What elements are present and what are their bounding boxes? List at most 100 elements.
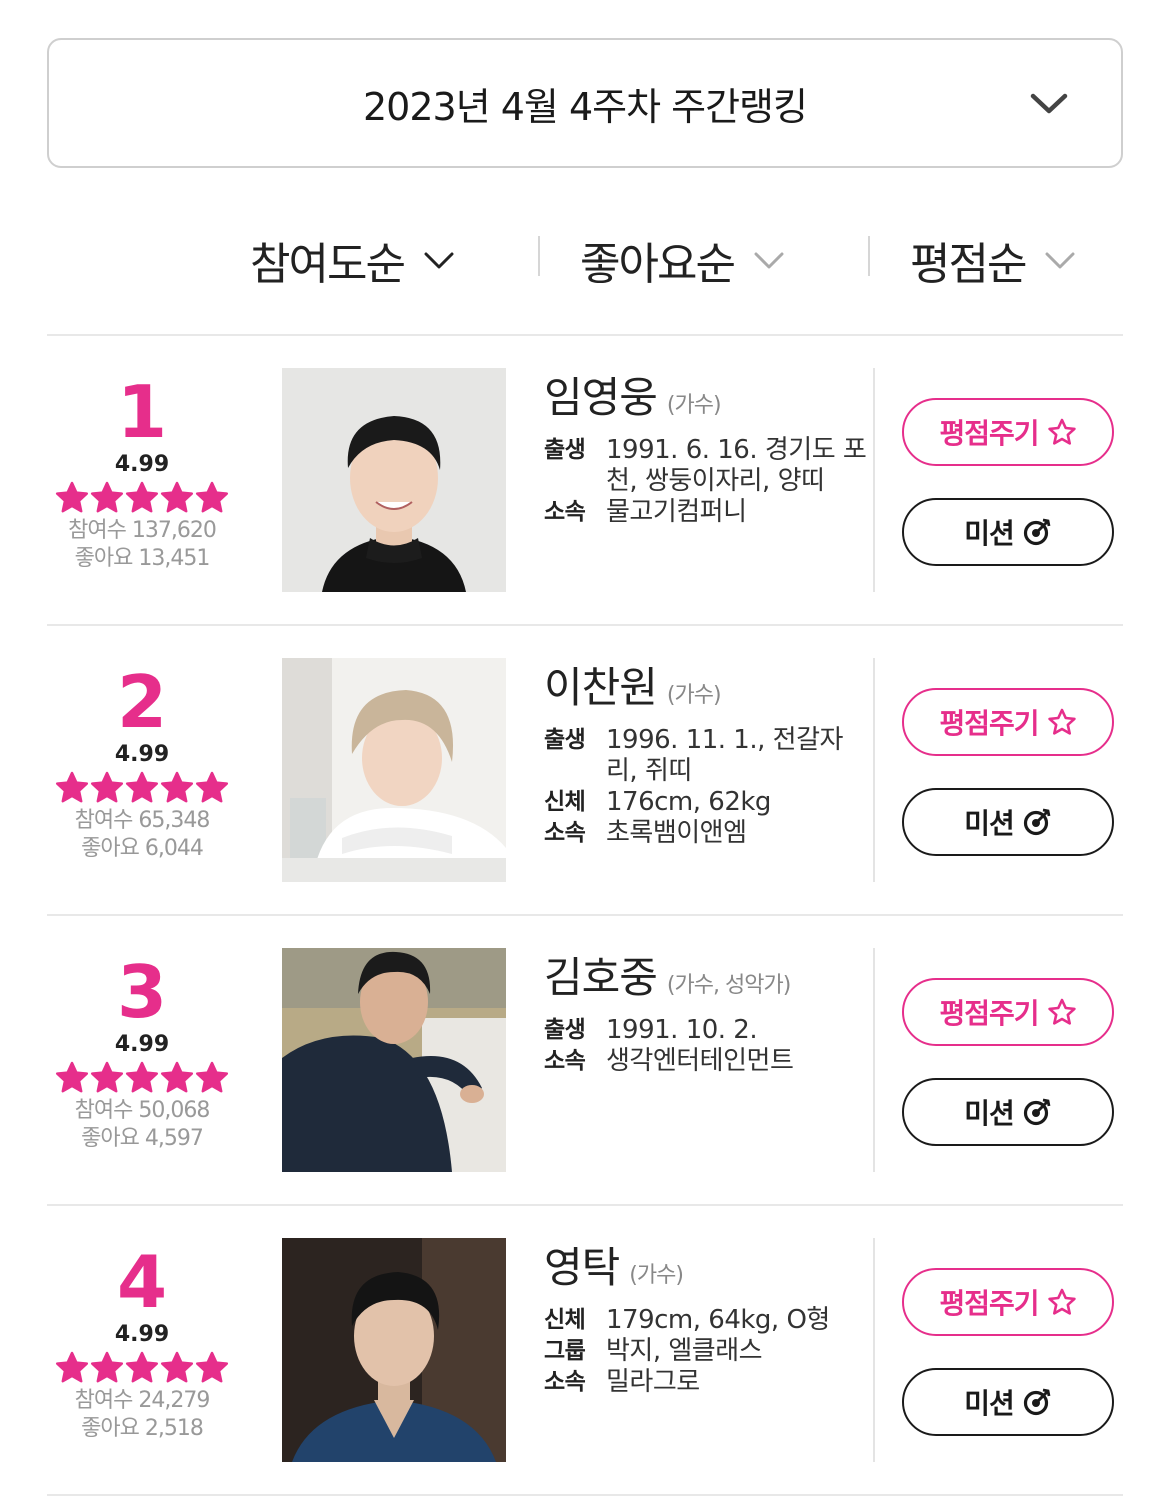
rank-summary: 1 4.99 참여수 137,620 좋아요 13,451 [47,374,237,573]
sort-bar: 참여도순 좋아요순 평점순 [0,225,1170,295]
star-icon [55,1351,89,1383]
rank-score: 4.99 [114,452,170,477]
like-count: 좋아요 4,597 [81,1126,204,1151]
star-icon [125,1351,159,1383]
rank-score: 4.99 [114,1032,170,1057]
sort-by-rating[interactable]: 평점순 [910,225,1077,295]
artist-name[interactable]: 임영웅 [544,364,658,425]
artist-info: 김호중 (가수, 성악가) 출생 1991. 10. 2. 소속 생각엔터테인먼트 [544,944,874,1077]
star-icon [55,771,89,803]
star-icon [160,481,194,513]
rate-button[interactable]: 평점주기 [902,398,1114,466]
star-icon [90,481,124,513]
detail-value: 초록뱀이앤엠 [606,818,747,848]
detail-value: 176cm, 62kg [606,787,771,817]
star-rating [47,771,237,807]
rate-button[interactable]: 평점주기 [902,978,1114,1046]
artist-name[interactable]: 이찬원 [544,654,658,715]
profile-photo[interactable] [282,658,506,882]
detail-key: 소속 [544,499,586,525]
artist-occupation: (가수, 성악가) [666,973,791,998]
star-icon [195,1061,229,1093]
star-icon [195,1351,229,1383]
sort-label: 참여도순 [250,239,406,290]
target-icon [1023,518,1051,546]
sort-by-likes[interactable]: 좋아요순 [580,225,786,295]
column-divider [873,658,875,882]
target-icon [1023,1098,1051,1126]
detail-key: 출생 [544,437,586,463]
detail-row: 소속 초록뱀이앤엠 [544,818,874,849]
rank-score: 4.99 [114,742,170,767]
artist-name[interactable]: 영탁 [544,1234,620,1295]
star-outline-icon [1047,708,1076,735]
ranking-row: 3 4.99 참여수 50,068 좋아요 4,597 김호중 (가수, 성악가… [47,916,1123,1206]
star-icon [195,771,229,803]
star-icon [160,1351,194,1383]
detail-value: 생각엔터테인먼트 [606,1046,794,1076]
rate-button-label: 평점주기 [939,997,1039,1030]
detail-key: 출생 [544,1017,586,1043]
participant-count: 참여수 65,348 [74,808,211,833]
participant-count: 참여수 50,068 [74,1098,211,1123]
mission-button[interactable]: 미션 [902,1078,1114,1146]
star-icon [90,1061,124,1093]
star-outline-icon [1047,998,1076,1025]
star-outline-icon [1047,1288,1076,1315]
rate-button[interactable]: 평점주기 [902,688,1114,756]
rate-button-label: 평점주기 [939,707,1039,740]
detail-row: 소속 밀라그로 [544,1367,874,1398]
detail-key: 소속 [544,820,586,846]
week-ranking-select[interactable]: 2023년 4월 4주차 주간랭킹 [47,38,1123,168]
ranking-row: 4 4.99 참여수 24,279 좋아요 2,518 영탁 (가수) 신체1 [47,1206,1123,1496]
profile-photo[interactable] [282,368,506,592]
profile-photo[interactable] [282,1238,506,1462]
rate-button-label: 평점주기 [939,417,1039,450]
rank-number: 2 [116,660,168,744]
detail-value: 179cm, 64kg, O형 [606,1305,830,1335]
detail-row: 출생 1991. 10. 2. [544,1015,874,1046]
detail-row: 그룹 박지, 엘클래스 [544,1336,874,1367]
star-icon [55,481,89,513]
detail-value: 1996. 11. 1., 전갈자리, 쥐띠 [606,725,843,786]
chevron-down-icon [1045,252,1075,269]
detail-row: 소속 물고기컴퍼니 [544,497,874,528]
artist-occupation: (가수) [666,393,722,418]
detail-value: 물고기컴퍼니 [606,497,747,527]
sort-by-participation[interactable]: 참여도순 [250,225,456,295]
rate-button[interactable]: 평점주기 [902,1268,1114,1336]
participant-count: 참여수 24,279 [74,1388,211,1413]
mission-button[interactable]: 미션 [902,788,1114,856]
rank-summary: 2 4.99 참여수 65,348 좋아요 6,044 [47,664,237,863]
profile-photo[interactable] [282,948,506,1172]
detail-value: 1991. 10. 2. [606,1015,758,1045]
sort-divider [538,236,540,276]
ranking-row: 1 4.99 참여수 137,620 좋아요 13,451 임영웅 (가수) 출… [47,336,1123,626]
detail-key: 출생 [544,727,586,753]
detail-row: 출생 1991. 6. 16. 경기도 포천, 쌍둥이자리, 양띠 [544,435,874,497]
sort-label: 평점순 [910,239,1027,290]
mission-button[interactable]: 미션 [902,498,1114,566]
star-icon [125,1061,159,1093]
star-icon [160,771,194,803]
artist-info: 영탁 (가수) 신체 179cm, 64kg, O형 그룹 박지, 엘클래스 소속 밀… [544,1234,874,1398]
column-divider [873,368,875,592]
artist-name[interactable]: 김호중 [544,944,658,1005]
rank-summary: 4 4.99 참여수 24,279 좋아요 2,518 [47,1244,237,1443]
ranking-row: 2 4.99 참여수 65,348 좋아요 6,044 이찬원 (가수) 출생 … [47,626,1123,916]
column-divider [873,1238,875,1462]
chevron-down-icon [1030,93,1068,114]
detail-row: 신체 176cm, 62kg [544,787,874,818]
star-icon [90,1351,124,1383]
star-icon [160,1061,194,1093]
star-icon [195,481,229,513]
star-icon [90,771,124,803]
target-icon [1023,1388,1051,1416]
star-rating [47,1061,237,1097]
star-icon [55,1061,89,1093]
mission-button[interactable]: 미션 [902,1368,1114,1436]
detail-key: 신체 [544,1307,586,1333]
column-divider [873,948,875,1172]
star-rating [47,481,237,517]
mission-button-label: 미션 [964,517,1015,550]
